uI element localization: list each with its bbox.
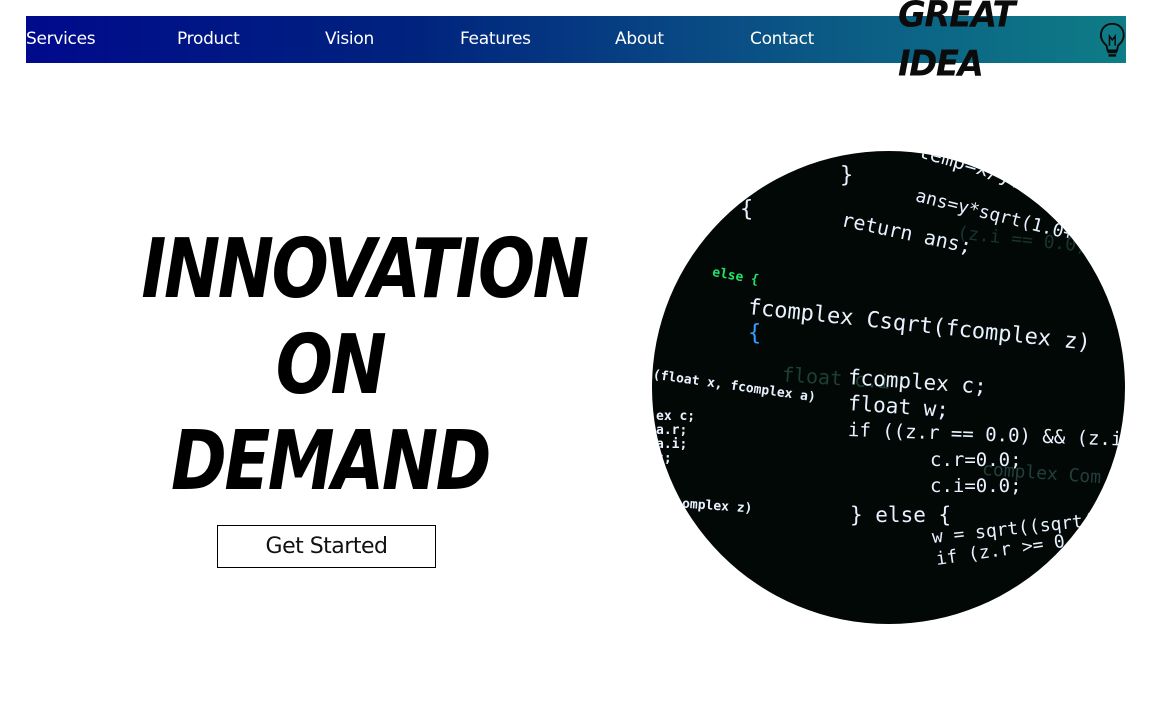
nav-item-vision[interactable]: Vision bbox=[325, 16, 374, 63]
get-started-button[interactable]: Get Started bbox=[217, 525, 436, 568]
code-line: fcomplex Csqrt(fcomplex z) bbox=[746, 295, 1092, 356]
code-line: ex c; bbox=[656, 409, 696, 424]
code-line: c; bbox=[656, 451, 672, 466]
nav-item-about[interactable]: About bbox=[615, 16, 664, 63]
code-hero-image: (z.i == 0.0)) { float c.i complex Com el… bbox=[652, 151, 1125, 624]
code-line: a.i; bbox=[656, 437, 688, 452]
lightbulb-icon bbox=[1100, 22, 1126, 57]
hero-headline: Innovation on Demand bbox=[141, 222, 589, 510]
hero-headline-line-1: Innovation bbox=[141, 222, 589, 317]
code-line: temp=x/y; bbox=[915, 151, 1027, 192]
great-idea-logo[interactable]: GREAT IDEA bbox=[898, 0, 1126, 85]
code-line: float w; bbox=[847, 391, 950, 423]
top-navigation-bar: Services Product Vision Features About C… bbox=[26, 0, 1126, 85]
code-line: { bbox=[740, 197, 754, 222]
code-line: } else { bbox=[850, 503, 952, 527]
code-green-line: else { bbox=[711, 265, 760, 288]
code-line: { bbox=[748, 321, 762, 346]
code-line: c.r=0.0; bbox=[930, 449, 1022, 471]
logo-text: GREAT IDEA bbox=[898, 0, 1016, 85]
hero-headline-line-3: Demand bbox=[170, 414, 491, 509]
code-line: c.i=0.0; bbox=[930, 475, 1022, 497]
code-line: a.r; bbox=[656, 423, 688, 438]
nav-item-features[interactable]: Features bbox=[460, 16, 531, 63]
nav-item-contact[interactable]: Contact bbox=[750, 16, 814, 63]
nav-item-product[interactable]: Product bbox=[177, 16, 240, 63]
hero-headline-line-2: on bbox=[275, 318, 387, 413]
code-line: } bbox=[840, 163, 854, 188]
code-line: omplex z) bbox=[681, 496, 753, 517]
nav-item-services[interactable]: Services bbox=[26, 16, 96, 63]
